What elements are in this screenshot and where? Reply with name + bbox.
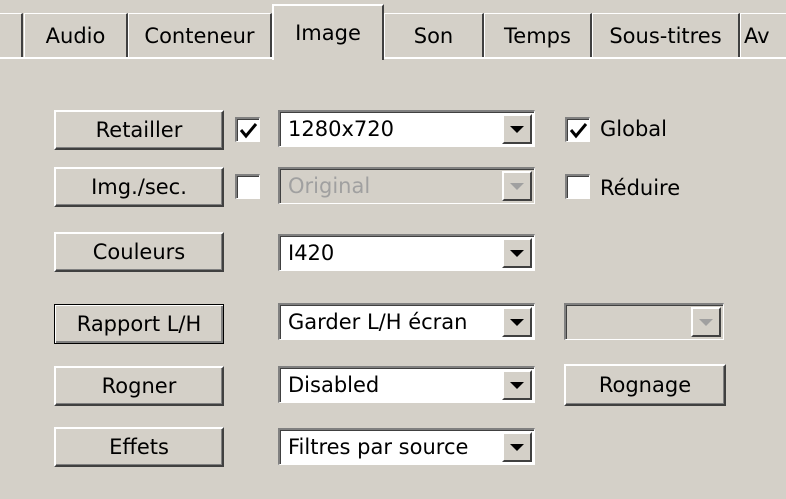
tab-av[interactable]: Av	[740, 13, 786, 57]
checkmark-icon	[569, 122, 587, 138]
effects-value: Filtres par source	[288, 435, 469, 459]
colors-value: I420	[288, 241, 335, 265]
tab-partial-left[interactable]	[0, 13, 23, 57]
cropping-button[interactable]: Rognage	[564, 364, 726, 406]
colors-select[interactable]: I420	[278, 234, 535, 271]
tab-bar: Audio Conteneur Image Son Temps Sous-tit…	[0, 0, 786, 60]
aspect-ratio-value: Garder L/H écran	[288, 310, 468, 334]
tab-panel-border-right	[384, 57, 786, 59]
tab-audio[interactable]: Audio	[24, 13, 128, 57]
chevron-down-icon[interactable]	[502, 238, 532, 268]
chevron-down-icon[interactable]	[502, 432, 532, 462]
effects-button[interactable]: Effets	[54, 427, 224, 467]
tab-temps[interactable]: Temps	[484, 13, 592, 57]
global-checkbox[interactable]	[565, 117, 590, 142]
colors-button[interactable]: Couleurs	[54, 232, 224, 272]
aspect-extra-select[interactable]	[564, 303, 724, 340]
fps-value: Original	[288, 174, 371, 198]
effects-select[interactable]: Filtres par source	[278, 428, 535, 465]
tab-image[interactable]: Image	[272, 4, 384, 60]
tab-conteneur[interactable]: Conteneur	[128, 13, 272, 57]
crop-value: Disabled	[288, 373, 380, 397]
chevron-down-icon[interactable]	[502, 370, 532, 400]
tab-son[interactable]: Son	[384, 13, 484, 57]
global-label: Global	[600, 117, 667, 141]
tab-panel-border	[0, 57, 272, 59]
tab-sous-titres[interactable]: Sous-titres	[592, 13, 740, 57]
aspect-ratio-select[interactable]: Garder L/H écran	[278, 303, 535, 340]
fps-select[interactable]: Original	[278, 167, 535, 204]
reduce-checkbox[interactable]	[565, 174, 590, 199]
resolution-select[interactable]: 1280x720	[278, 110, 535, 147]
resize-button[interactable]: Retailler	[54, 110, 224, 150]
chevron-down-icon[interactable]	[691, 307, 721, 337]
crop-button[interactable]: Rogner	[54, 366, 224, 406]
fps-button[interactable]: Img./sec.	[54, 167, 224, 207]
checkmark-icon	[239, 122, 257, 138]
fps-checkbox[interactable]	[235, 174, 260, 199]
reduce-label: Réduire	[600, 176, 681, 200]
chevron-down-icon[interactable]	[502, 114, 532, 144]
chevron-down-icon[interactable]	[502, 171, 532, 201]
crop-select[interactable]: Disabled	[278, 366, 535, 403]
aspect-ratio-button[interactable]: Rapport L/H	[54, 304, 224, 344]
resolution-value: 1280x720	[288, 117, 394, 141]
chevron-down-icon[interactable]	[502, 307, 532, 337]
resize-checkbox[interactable]	[235, 117, 260, 142]
